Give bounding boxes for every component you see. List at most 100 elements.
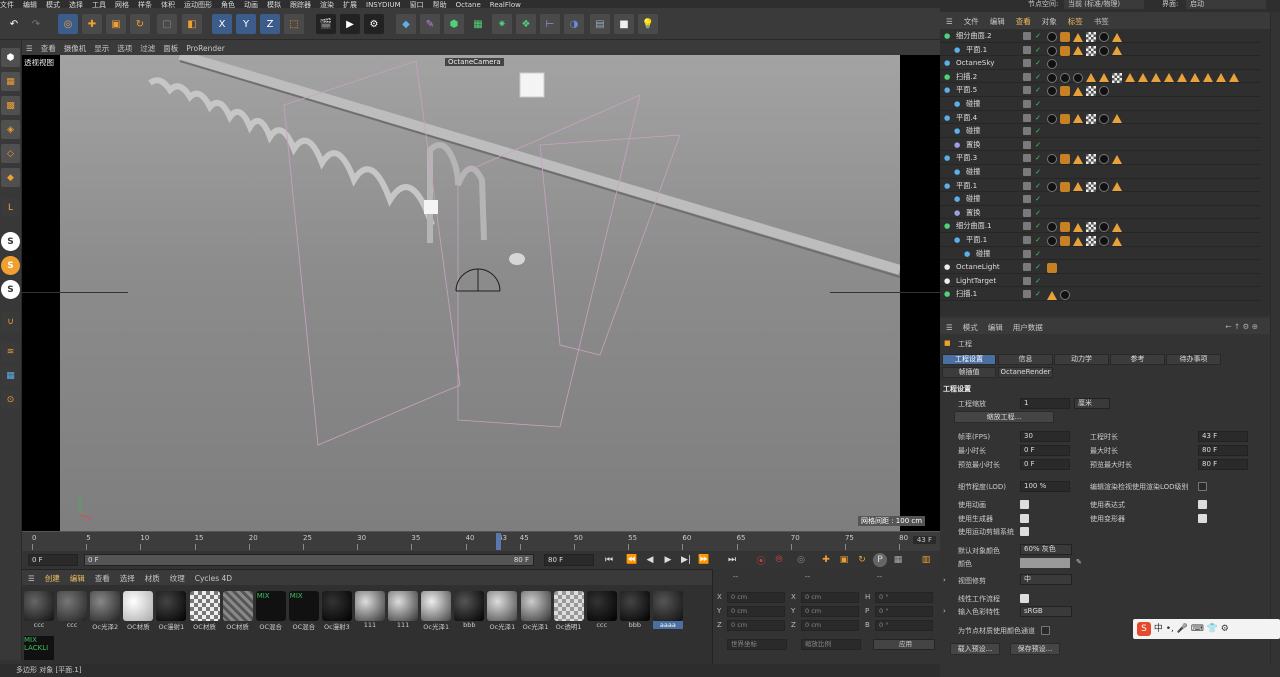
coord-position-field[interactable]: 0 cm bbox=[727, 592, 785, 603]
x-axis-lock-button[interactable]: X bbox=[212, 14, 232, 34]
edges-mode-icon[interactable]: ◇ bbox=[1, 144, 20, 163]
key-position-icon[interactable]: ✚ bbox=[819, 553, 833, 567]
attr-tab[interactable]: 工程设置 bbox=[942, 354, 996, 365]
tag-icon[interactable] bbox=[1229, 73, 1239, 83]
tag-icon[interactable] bbox=[1060, 154, 1070, 165]
color-swatch[interactable] bbox=[1020, 558, 1070, 568]
tag-icon[interactable] bbox=[1047, 32, 1057, 42]
use-deformers-checkbox[interactable] bbox=[1198, 514, 1207, 523]
material-thumbnail[interactable]: 111 bbox=[355, 591, 385, 631]
workplane-snap-icon[interactable]: S bbox=[1, 280, 20, 299]
object-enabled-icon[interactable]: ✓ bbox=[1035, 179, 1041, 192]
generator-icon[interactable]: ▦ bbox=[468, 14, 488, 34]
floor-icon[interactable]: ▤ bbox=[590, 14, 610, 34]
camera-label[interactable]: OctaneCamera bbox=[445, 58, 504, 66]
snap-settings-icon[interactable]: S bbox=[1, 256, 20, 275]
undo-button[interactable]: ↶ bbox=[4, 14, 24, 34]
material-thumbnail[interactable]: ccc bbox=[586, 591, 617, 631]
project-scale-field[interactable]: 1 bbox=[1020, 398, 1070, 409]
fps-field[interactable]: 30 bbox=[1020, 431, 1070, 442]
tag-icon[interactable] bbox=[1190, 73, 1200, 83]
object-visibility-toggle[interactable] bbox=[1023, 236, 1031, 244]
tag-icon[interactable] bbox=[1099, 32, 1109, 42]
material-thumbnail[interactable]: Oc透明1 bbox=[553, 591, 584, 631]
object-row[interactable]: ● 平面.1 ✓ bbox=[940, 179, 1260, 193]
attr-menu-item[interactable]: 用户数据 bbox=[1013, 322, 1043, 333]
tag-icon[interactable] bbox=[1047, 222, 1057, 233]
object-row[interactable]: ● 细分曲面.2 ✓ bbox=[940, 29, 1260, 43]
object-enabled-icon[interactable]: ✓ bbox=[1035, 151, 1041, 164]
tag-icon[interactable] bbox=[1047, 181, 1057, 192]
object-visibility-toggle[interactable] bbox=[1023, 263, 1031, 272]
texture-mode-icon[interactable]: ▩ bbox=[1, 96, 20, 115]
tag-icon[interactable] bbox=[1086, 181, 1096, 192]
tag-icon[interactable] bbox=[1099, 45, 1109, 56]
object-visibility-toggle[interactable] bbox=[1023, 59, 1031, 68]
expand-arrow-icon[interactable]: › bbox=[943, 576, 946, 584]
grid-icon[interactable]: ▦ bbox=[1, 366, 20, 385]
object-visibility-toggle[interactable] bbox=[1023, 127, 1031, 136]
viewport-menu-item[interactable]: 查看 bbox=[41, 43, 56, 54]
object-visibility-toggle[interactable] bbox=[1023, 276, 1031, 285]
prev-key-button[interactable]: ⏪ bbox=[625, 553, 639, 567]
material-menu-item[interactable]: 纹理 bbox=[170, 573, 185, 584]
viewport-menu-item[interactable]: ProRender bbox=[186, 44, 225, 53]
tag-icon[interactable] bbox=[1060, 236, 1070, 246]
object-row[interactable]: ● 细分曲面.1 ✓ bbox=[940, 219, 1260, 233]
attr-tab[interactable]: 待办事项 bbox=[1166, 354, 1221, 365]
y-axis-lock-button[interactable]: Y bbox=[236, 14, 256, 34]
tag-icon[interactable] bbox=[1047, 236, 1057, 246]
object-visibility-toggle[interactable] bbox=[1023, 181, 1031, 190]
object-enabled-icon[interactable]: ✓ bbox=[1035, 247, 1041, 260]
tag-icon[interactable] bbox=[1112, 236, 1122, 246]
attr-tab[interactable]: 帧插值 bbox=[942, 367, 996, 378]
tag-icon[interactable] bbox=[1060, 113, 1070, 124]
apply-button[interactable]: 应用 bbox=[873, 639, 935, 650]
tag-icon[interactable] bbox=[1073, 114, 1083, 124]
viewport-menu-item[interactable]: 面板 bbox=[163, 43, 178, 54]
object-row[interactable]: ● 平面.1 ✓ bbox=[940, 233, 1260, 247]
tag-icon[interactable] bbox=[1086, 86, 1096, 97]
material-thumbnail[interactable]: MIX OC混合 bbox=[288, 591, 319, 631]
range-slider[interactable]: 0 F 80 F bbox=[84, 554, 534, 566]
expand-arrow-icon[interactable]: › bbox=[943, 607, 946, 615]
record-button[interactable]: ⦿ bbox=[754, 553, 768, 567]
material-menu-item[interactable]: 材质 bbox=[145, 573, 160, 584]
tag-icon[interactable] bbox=[1060, 290, 1070, 301]
key-scale-icon[interactable]: ▣ bbox=[837, 553, 851, 567]
material-menu-item[interactable]: 编辑 bbox=[70, 573, 85, 584]
object-visibility-toggle[interactable] bbox=[1023, 113, 1031, 122]
object-enabled-icon[interactable]: ✓ bbox=[1035, 43, 1041, 56]
object-visibility-toggle[interactable] bbox=[1023, 86, 1031, 95]
load-preset-button[interactable]: 载入预设... bbox=[950, 643, 1000, 655]
material-thumbnail[interactable]: Oc光泽1 bbox=[487, 591, 518, 631]
object-visibility-toggle[interactable] bbox=[1023, 290, 1031, 299]
max-length-field[interactable]: 80 F bbox=[1198, 445, 1248, 456]
attr-menu-icon[interactable]: ☰ bbox=[946, 323, 953, 332]
tag-icon[interactable] bbox=[1047, 86, 1057, 97]
timeline-icon[interactable]: ▥ bbox=[919, 553, 933, 567]
min-length-field[interactable]: 0 F bbox=[1020, 445, 1070, 456]
tag-icon[interactable] bbox=[1151, 73, 1161, 83]
autokey-button[interactable]: ⦾ bbox=[772, 553, 786, 567]
coord-scale-select[interactable]: 缩放比例 bbox=[801, 639, 861, 650]
material-thumbnail[interactable]: OC材质 bbox=[123, 591, 154, 631]
tag-icon[interactable] bbox=[1073, 236, 1083, 246]
tag-icon[interactable] bbox=[1073, 72, 1083, 83]
next-frame-button[interactable]: ▶| bbox=[679, 553, 693, 567]
object-row[interactable]: ● 碰撞 ✓ bbox=[940, 247, 1260, 261]
tag-icon[interactable] bbox=[1203, 73, 1213, 83]
tag-icon[interactable] bbox=[1112, 46, 1122, 56]
attr-tab[interactable]: 参考 bbox=[1110, 354, 1165, 365]
object-visibility-toggle[interactable] bbox=[1023, 45, 1031, 54]
object-visibility-toggle[interactable] bbox=[1023, 208, 1031, 217]
tag-icon[interactable] bbox=[1073, 86, 1083, 96]
object-enabled-icon[interactable]: ✓ bbox=[1035, 165, 1041, 178]
workplane-icon[interactable]: ≋ bbox=[1, 342, 20, 361]
field-icon[interactable]: ◑ bbox=[564, 14, 584, 34]
goto-end-button[interactable]: ⏭ bbox=[725, 553, 739, 567]
material-thumbnail[interactable]: Oc漫射3 bbox=[321, 591, 352, 631]
render-view-icon[interactable]: 🎬 bbox=[316, 14, 336, 34]
object-menu-item[interactable]: 标签 bbox=[1068, 16, 1083, 27]
object-enabled-icon[interactable]: ✓ bbox=[1035, 287, 1041, 300]
